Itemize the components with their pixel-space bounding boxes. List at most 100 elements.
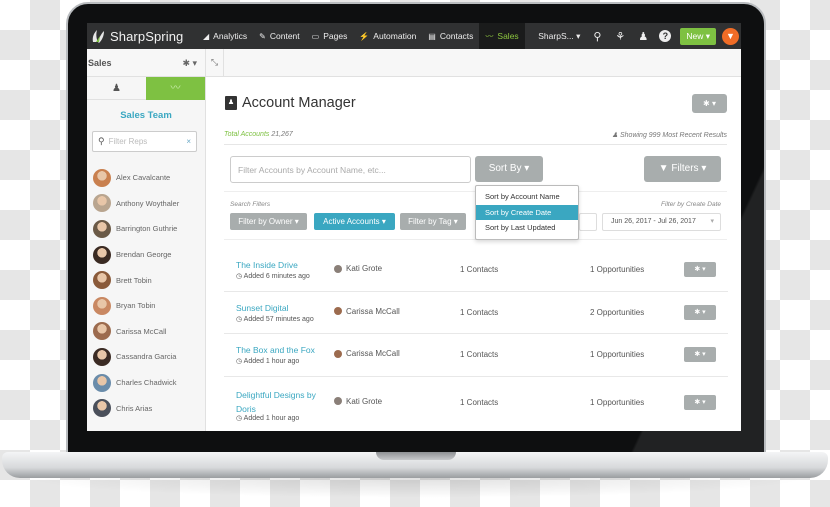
owner[interactable]: Kati Grote: [334, 397, 382, 406]
rep-list-item[interactable]: Charles Chadwick: [87, 370, 205, 396]
contacts-count[interactable]: 1 Contacts: [460, 398, 498, 407]
tab-reps[interactable]: ♟: [87, 77, 146, 100]
nav-label: Analytics: [213, 31, 248, 41]
nav-analytics[interactable]: ◢ Analytics: [197, 23, 253, 49]
chevron-down-icon: ▾: [710, 218, 714, 225]
added-time: ◷ Added 1 hour ago: [236, 414, 299, 422]
rep-name: Anthony Woythaler: [116, 198, 180, 208]
rep-list-item[interactable]: Brendan George: [87, 242, 205, 268]
sidebar-tabs: ♟ 〰: [87, 77, 205, 100]
rep-name: Charles Chadwick: [116, 378, 177, 388]
rep-list-item[interactable]: Carissa McCall: [87, 319, 205, 345]
filter-by-owner-button[interactable]: Filter by Owner ▾: [230, 213, 307, 230]
rep-list-item[interactable]: Anthony Woythaler: [87, 191, 205, 217]
rep-name: Brett Tobin: [116, 275, 152, 285]
opportunities-count[interactable]: 1 Opportunities: [590, 350, 644, 359]
filter-by-tag-button[interactable]: Filter by Tag ▾: [400, 213, 466, 230]
filter-create-date-label: Filter by Create Date: [661, 201, 721, 208]
rep-list-item[interactable]: Barrington Guthrie: [87, 216, 205, 242]
rep-list: Alex Cavalcante Anthony Woythaler Barringt…: [87, 165, 205, 421]
nav-content[interactable]: ✎ Content: [253, 23, 305, 49]
clock-icon: ◷: [236, 358, 243, 365]
date-range-picker[interactable]: Jun 26, 2017 - Jul 26, 2017 ▾: [602, 213, 721, 231]
filters-button[interactable]: ▼ Filters ▾: [644, 156, 721, 182]
pin-icon[interactable]: ▼: [722, 27, 739, 45]
opportunities-count[interactable]: 1 Opportunities: [590, 265, 644, 274]
opportunities-count[interactable]: 2 Opportunities: [590, 308, 644, 317]
row-gear-button[interactable]: ✱ ▾: [684, 304, 716, 320]
rep-list-item[interactable]: Brett Tobin: [87, 267, 205, 293]
rep-list-item[interactable]: Chris Arias: [87, 395, 205, 421]
team-icon[interactable]: ⚘: [613, 30, 627, 43]
added-time: ◷ Added 6 minutes ago: [236, 272, 310, 280]
main-panel: ♟ Account Manager ✱ ▾ Total Accounts 21,…: [224, 77, 741, 431]
sort-by-button[interactable]: Sort By ▾: [475, 156, 543, 182]
nav-pages[interactable]: ▭ Pages: [306, 23, 354, 49]
account-name-link[interactable]: Delightful Designs by Doris: [236, 388, 326, 416]
row-gear-button[interactable]: ✱ ▾: [684, 394, 716, 410]
filter-reps-placeholder: Filter Reps: [108, 137, 148, 146]
sort-dropdown-menu: Sort by Account Name Sort by Create Date S…: [475, 185, 579, 240]
owner[interactable]: Kati Grote: [334, 264, 382, 273]
row-gear-button[interactable]: ✱ ▾: [684, 262, 716, 277]
contacts-count[interactable]: 1 Contacts: [460, 350, 498, 359]
address-book-icon: ♟: [225, 96, 237, 110]
rep-list-item[interactable]: Cassandra Garcia: [87, 344, 205, 370]
added-time-text: Added 1 hour ago: [243, 358, 300, 365]
collapse-icon[interactable]: ⤡: [206, 49, 224, 76]
date-range-value: Jun 26, 2017 - Jul 26, 2017: [611, 218, 696, 225]
chevron-down-icon: ▾: [576, 30, 581, 41]
date-checkbox[interactable]: [579, 213, 597, 231]
wand-icon: ⚡: [359, 31, 370, 41]
owner-name: Carissa McCall: [346, 349, 400, 358]
sort-option[interactable]: Sort by Account Name: [476, 189, 578, 205]
tab-trends[interactable]: 〰: [146, 77, 205, 100]
rep-name: Bryan Tobin: [116, 301, 156, 311]
search-icon[interactable]: ⚲: [590, 30, 604, 43]
avatar: [93, 347, 111, 366]
rep-list-item[interactable]: Alex Cavalcante: [87, 165, 205, 191]
clock-icon: ◷: [236, 414, 243, 422]
chart-icon: ◢: [203, 31, 210, 41]
laptop-notch: [376, 452, 456, 460]
brand-logo[interactable]: SharpSpring: [87, 28, 197, 44]
sort-option[interactable]: Sort by Create Date: [476, 204, 578, 220]
added-time-text: Added 6 minutes ago: [243, 273, 310, 280]
team-title: Sales Team: [120, 110, 172, 121]
account-name-link[interactable]: The Inside Drive: [236, 258, 326, 272]
sort-option[interactable]: Sort by Last Updated: [476, 220, 578, 236]
clear-icon[interactable]: ×: [186, 137, 191, 146]
nav-automation[interactable]: ⚡ Automation: [353, 23, 422, 49]
nav-sales[interactable]: 〰 Sales: [479, 23, 525, 49]
contacts-count[interactable]: 1 Contacts: [460, 308, 498, 317]
nav-contacts[interactable]: ▤ Contacts: [422, 23, 479, 49]
nav-label: Pages: [323, 31, 348, 41]
user-icon[interactable]: ♟: [636, 30, 650, 43]
help-icon[interactable]: ?: [659, 30, 672, 42]
account-name-link[interactable]: Sunset Digital: [236, 301, 326, 315]
settings-gear-button[interactable]: ✱ ▾: [692, 94, 727, 113]
added-time: ◷ Added 57 minutes ago: [236, 315, 314, 323]
filter-reps-input[interactable]: ⚲ Filter Reps ×: [92, 131, 197, 152]
rep-name: Chris Arias: [116, 403, 153, 413]
owner[interactable]: Carissa McCall: [334, 349, 400, 358]
owner-name: Carissa McCall: [346, 306, 400, 316]
section-title-text: Sales: [88, 58, 112, 68]
new-button[interactable]: New ▾: [680, 27, 716, 45]
avatar: [93, 322, 111, 341]
row-gear-button[interactable]: ✱ ▾: [684, 347, 716, 362]
account-name-link[interactable]: The Box and the Fox: [236, 343, 326, 357]
account-search-input[interactable]: Filter Accounts by Account Name, etc...: [230, 156, 471, 183]
avatar: [334, 307, 342, 315]
owner[interactable]: Carissa McCall: [334, 307, 400, 316]
contacts-count[interactable]: 1 Contacts: [460, 265, 498, 274]
active-accounts-button[interactable]: Active Accounts ▾: [314, 213, 395, 230]
gear-icon[interactable]: ✱ ▾: [182, 58, 197, 76]
avatar: [93, 245, 111, 264]
rep-list-item[interactable]: Bryan Tobin: [87, 293, 205, 319]
account-switcher[interactable]: SharpS... ▾: [538, 31, 580, 42]
opportunities-count[interactable]: 1 Opportunities: [590, 398, 644, 407]
clock-icon: ◷: [236, 315, 243, 323]
added-time-text: Added 1 hour ago: [243, 414, 300, 422]
top-nav: SharpSpring ◢ Analytics ✎ Content ▭ Pages ⚡ Aut…: [87, 23, 741, 49]
